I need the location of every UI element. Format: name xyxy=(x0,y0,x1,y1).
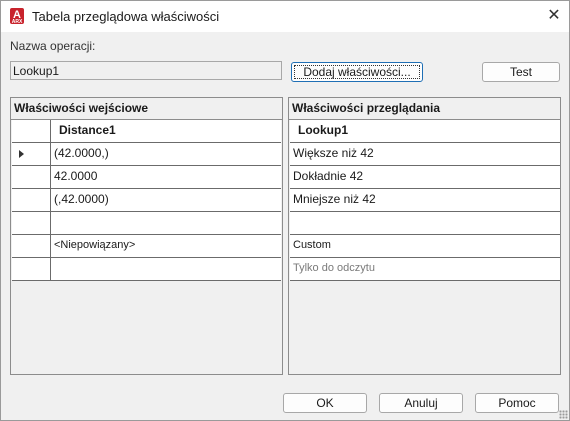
app-icon: A ARX xyxy=(10,8,24,25)
resize-grip-icon[interactable] xyxy=(559,410,568,419)
table-row[interactable]: Custom xyxy=(290,235,560,258)
input-value-cell[interactable]: (42.0000,) xyxy=(51,143,281,165)
input-properties-header: Właściwości wejściowe xyxy=(11,98,282,120)
operation-name-field: Lookup1 xyxy=(10,61,282,80)
table-row[interactable]: Tylko do odczytu xyxy=(290,258,560,281)
lookup-value-cell[interactable] xyxy=(290,212,560,234)
operation-name-label: Nazwa operacji: xyxy=(10,39,96,53)
input-value-cell[interactable]: <Niepowiązany> xyxy=(51,235,281,257)
table-row[interactable]: Większe niż 42 xyxy=(290,143,560,166)
table-row[interactable]: <Niepowiązany> xyxy=(12,235,281,258)
table-row[interactable] xyxy=(290,212,560,235)
help-button[interactable]: Pomoc xyxy=(475,393,559,413)
close-icon[interactable]: ✕ xyxy=(545,7,563,25)
row-selector[interactable] xyxy=(12,212,51,234)
table-row[interactable]: (,42.0000) xyxy=(12,189,281,212)
table-row[interactable] xyxy=(12,212,281,235)
lookup-properties-grid: Lookup1 Większe niż 42 Dokładnie 42 Mnie… xyxy=(290,120,560,281)
input-value-cell[interactable]: 42.0000 xyxy=(51,166,281,188)
table-header-row: Distance1 xyxy=(12,120,281,143)
lookup-properties-header: Właściwości przeglądania xyxy=(289,98,560,120)
dialog-window: A ARX Tabela przeglądowa właściwości ✕ Na… xyxy=(0,0,570,421)
table-header-row: Lookup1 xyxy=(290,120,560,143)
row-selector-header xyxy=(12,120,51,142)
column-header-lookup1[interactable]: Lookup1 xyxy=(290,120,560,142)
test-button[interactable]: Test xyxy=(482,62,560,82)
input-value-cell[interactable]: (,42.0000) xyxy=(51,189,281,211)
cancel-button[interactable]: Anuluj xyxy=(379,393,463,413)
row-selector[interactable] xyxy=(12,166,51,188)
column-header-distance1[interactable]: Distance1 xyxy=(51,120,281,142)
input-properties-panel: Właściwości wejściowe Distance1 (42.0000… xyxy=(10,97,283,375)
lookup-value-cell[interactable]: Dokładnie 42 xyxy=(290,166,560,188)
table-row[interactable]: Mniejsze niż 42 xyxy=(290,189,560,212)
input-value-cell[interactable] xyxy=(51,212,281,234)
lookup-value-cell[interactable]: Większe niż 42 xyxy=(290,143,560,165)
table-row[interactable] xyxy=(12,258,281,281)
add-properties-button[interactable]: Dodaj właściwości... xyxy=(291,62,423,82)
ok-button[interactable]: OK xyxy=(283,393,367,413)
row-selector[interactable] xyxy=(12,189,51,211)
table-row[interactable]: (42.0000,) xyxy=(12,143,281,166)
lookup-value-cell[interactable]: Mniejsze niż 42 xyxy=(290,189,560,211)
input-properties-grid: Distance1 (42.0000,) 42.0000 (,42.0000) … xyxy=(12,120,281,281)
lookup-properties-panel: Właściwości przeglądania Lookup1 Większe… xyxy=(288,97,561,375)
row-selector[interactable] xyxy=(12,143,51,165)
table-row[interactable]: 42.0000 xyxy=(12,166,281,189)
input-value-cell[interactable] xyxy=(51,258,281,280)
table-row[interactable]: Dokładnie 42 xyxy=(290,166,560,189)
custom-value-cell[interactable]: Custom xyxy=(290,235,560,257)
row-selector[interactable] xyxy=(12,235,51,257)
read-only-cell[interactable]: Tylko do odczytu xyxy=(290,258,560,280)
current-row-icon xyxy=(19,150,24,158)
window-title: Tabela przeglądowa właściwości xyxy=(32,9,220,24)
row-selector[interactable] xyxy=(12,258,51,280)
title-bar: A ARX Tabela przeglądowa właściwości ✕ xyxy=(1,1,569,32)
